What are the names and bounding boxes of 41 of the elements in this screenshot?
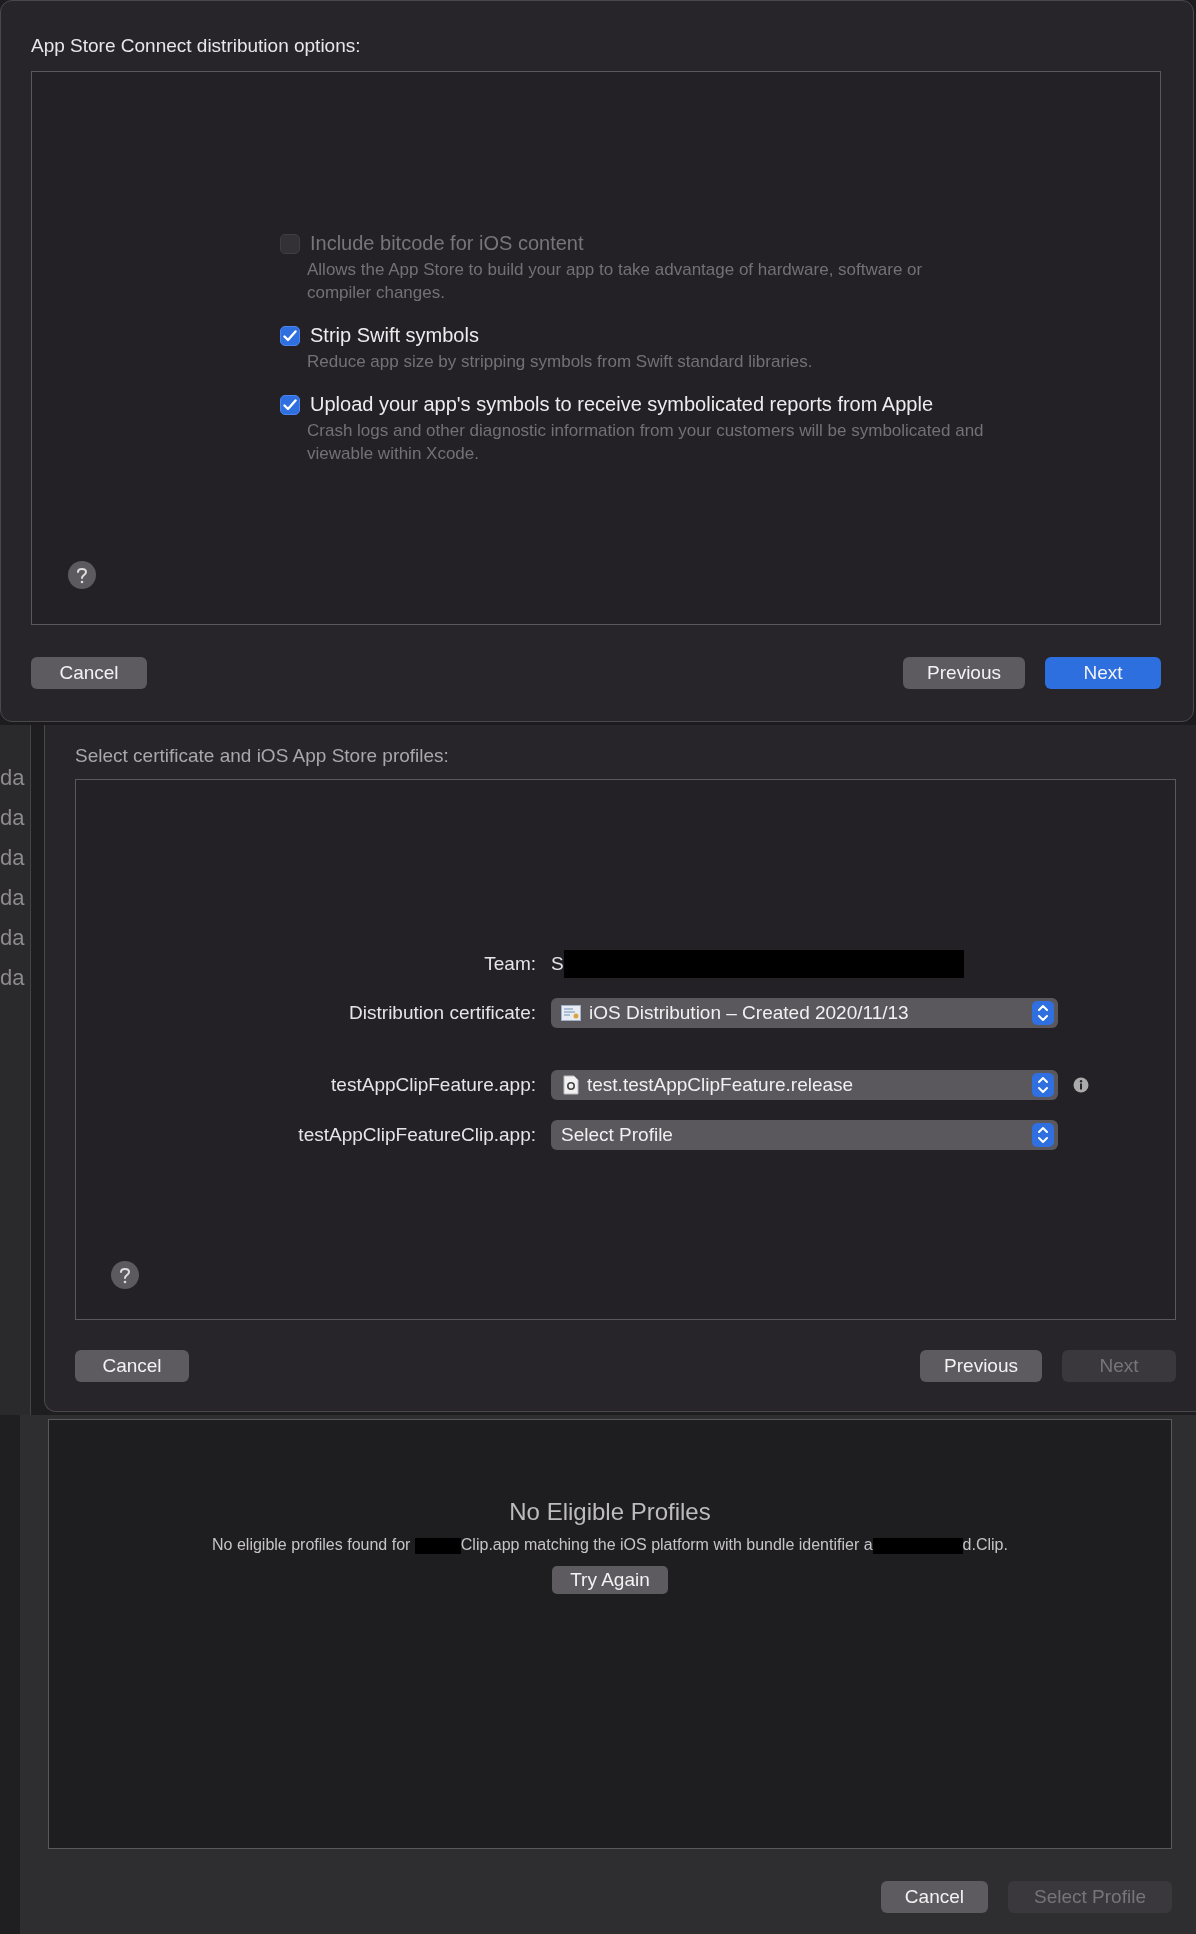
field-label: testAppClipFeatureClip.app: <box>297 1124 536 1146</box>
list-item-text: da <box>0 805 26 830</box>
option-label: Upload your app's symbols to receive symbolicated reports from Apple <box>310 393 934 416</box>
dialog-button[interactable]: Previous <box>920 1350 1042 1382</box>
team-value: S <box>551 953 564 975</box>
option-label: Strip Swift symbols <box>310 324 480 347</box>
profile-popup[interactable]: Select Profile <box>551 1120 1058 1150</box>
list-item-text: da <box>0 765 26 790</box>
profile-popup[interactable]: test.testAppClipFeature.release <box>551 1070 1058 1100</box>
dialog-button[interactable]: Previous <box>903 657 1025 689</box>
list-item-text: da <box>0 845 26 870</box>
empty-state-message: No eligible profiles found for Clip.app matching the iOS platform with bundle identifier a d.Clip. <box>212 1536 1008 1554</box>
certificate-icon <box>561 1005 581 1021</box>
dialog-button[interactable]: Cancel <box>31 657 147 689</box>
list-item-text: da <box>0 885 26 910</box>
list-item-text: da <box>0 925 26 950</box>
field-label: Team: <box>483 953 536 975</box>
certificate-popup[interactable]: iOS Distribution – Created 2020/11/13 <box>551 998 1058 1028</box>
stepper-icon <box>1032 1123 1054 1147</box>
profile-document-icon <box>563 1075 579 1095</box>
primary-dialog-button[interactable]: Next <box>1045 657 1161 689</box>
list-item-text: da <box>0 965 26 990</box>
field-label: Distribution certificate: <box>348 1002 536 1024</box>
option-description: Allows the App Store to build your app to take advantage of hardware, software or compiler changes. <box>307 259 924 304</box>
checkbox[interactable] <box>280 326 300 346</box>
empty-state-title: No Eligible Profiles <box>509 1498 711 1526</box>
info-icon[interactable] <box>1073 1077 1089 1093</box>
dialog-button[interactable]: Cancel <box>75 1350 189 1382</box>
dialog-title: Select certificate and iOS App Store profiles: <box>75 745 450 767</box>
dialog-title: App Store Connect distribution options: <box>31 35 362 57</box>
field-label: testAppClipFeature.app: <box>330 1074 536 1096</box>
try-again-button[interactable]: Try Again <box>552 1566 668 1594</box>
option-description: Reduce app size by stripping symbols from Swift standard libraries. <box>307 351 813 373</box>
help-icon[interactable] <box>111 1261 139 1289</box>
dialog-button[interactable]: Cancel <box>880 1881 988 1913</box>
stepper-icon <box>1032 1073 1054 1097</box>
help-icon[interactable] <box>68 561 96 589</box>
stepper-icon <box>1032 1001 1054 1025</box>
option-description: Crash logs and other diagnostic information from your customers will be symbolicated and viewable within Xcode. <box>307 420 985 465</box>
checkbox[interactable] <box>280 395 300 415</box>
option-label: Include bitcode for iOS content <box>310 232 585 255</box>
